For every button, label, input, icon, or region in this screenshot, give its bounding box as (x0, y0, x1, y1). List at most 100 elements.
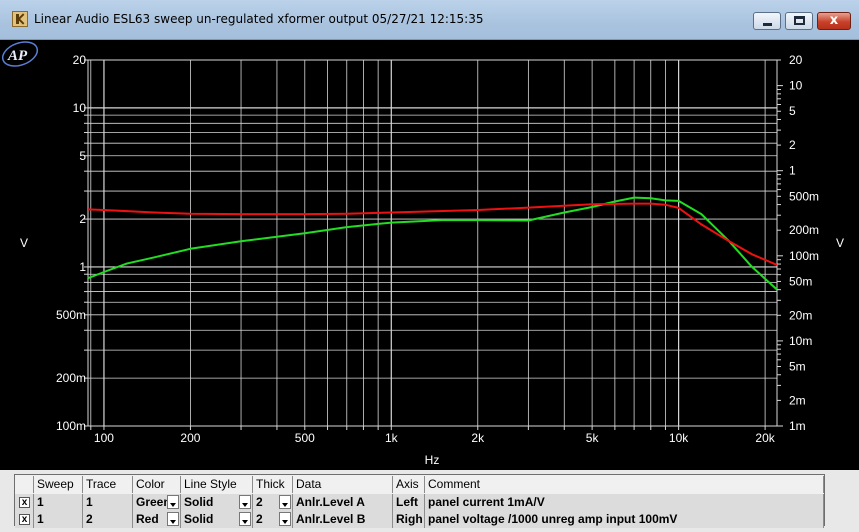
maximize-button[interactable] (785, 12, 813, 30)
ap-logo-text: AP (7, 48, 28, 64)
cell-data[interactable]: Anlr.Level A (293, 494, 393, 511)
row-checkbox[interactable]: x (19, 514, 30, 525)
chevron-down-icon[interactable] (167, 512, 179, 526)
cell-data-text: Anlr.Level B (296, 512, 366, 526)
cell-comment-text: panel voltage /1000 unreg amp input 100m… (428, 512, 678, 526)
right-tick-label: 1 (789, 164, 796, 178)
x-tick-label: 500 (295, 431, 315, 445)
window-title: Linear Audio ESL63 sweep un-regulated xf… (34, 12, 484, 26)
header-cell-blank (15, 476, 34, 493)
cell-line-style[interactable]: Solid (181, 494, 253, 511)
right-tick-label: 20m (789, 308, 812, 322)
right-tick-label: 10m (789, 334, 812, 348)
maximize-icon (794, 16, 805, 25)
right-tick-label: 10 (789, 79, 803, 93)
right-tick-label: 5 (789, 104, 796, 118)
x-tick-label: 10k (669, 431, 689, 445)
cell-trace-text: 1 (86, 495, 93, 509)
series-line-2 (87, 202, 778, 266)
cell-thick-text: 2 (256, 512, 263, 526)
left-tick-label: 200m (56, 371, 86, 385)
cell-data-text: Anlr.Level A (296, 495, 365, 509)
column-header-trace[interactable]: Trace (83, 476, 133, 493)
cell-comment[interactable]: panel current 1mA/V (425, 494, 824, 511)
cell-data[interactable]: Anlr.Level B (293, 511, 393, 528)
minimize-icon (763, 23, 772, 26)
x-tick-label: 2k (471, 431, 485, 445)
chevron-down-icon[interactable] (279, 495, 291, 509)
left-tick-label: 1 (79, 260, 86, 274)
x-tick-label: 20k (755, 431, 775, 445)
right-tick-label: 200m (789, 223, 819, 237)
column-header-axis[interactable]: Axis (393, 476, 425, 493)
left-tick-label: 2 (79, 212, 86, 226)
row-select-cell[interactable]: x (15, 494, 34, 511)
cell-axis[interactable]: Left (393, 494, 425, 511)
right-tick-label: 50m (789, 274, 812, 288)
app-icon (12, 11, 28, 27)
cell-trace[interactable]: 1 (83, 494, 133, 511)
cell-sweep-text: 1 (37, 495, 44, 509)
chevron-down-icon[interactable] (239, 512, 251, 526)
left-axis-label: V (20, 236, 28, 250)
right-tick-label: 1m (789, 419, 806, 433)
left-tick-label: 20 (73, 53, 87, 67)
column-header-data[interactable]: Data (293, 476, 393, 493)
left-tick-label: 100m (56, 419, 86, 433)
cell-axis-text: Righ (396, 512, 423, 526)
cell-line-style-text: Solid (184, 495, 214, 509)
column-header-line-style[interactable]: Line Style (181, 476, 253, 493)
chevron-down-icon[interactable] (279, 512, 291, 526)
left-tick-label: 5 (79, 149, 86, 163)
table-row[interactable]: x 1 1 Green Solid 2 Anlr.Level A Left panel curr… (15, 494, 824, 511)
title-bar[interactable]: Linear Audio ESL63 sweep un-regulated xf… (0, 0, 859, 40)
right-tick-label: 100m (789, 249, 819, 263)
cell-color-text: Red (136, 512, 159, 526)
cell-line-style-text: Solid (184, 512, 214, 526)
cell-color[interactable]: Red (133, 511, 181, 528)
right-tick-label: 2m (789, 393, 806, 407)
minimize-button[interactable] (753, 12, 781, 30)
cell-sweep[interactable]: 1 (34, 511, 83, 528)
column-header-comment[interactable]: Comment (425, 476, 824, 493)
cell-thick[interactable]: 2 (253, 511, 293, 528)
chevron-down-icon[interactable] (239, 495, 251, 509)
cell-axis[interactable]: Righ (393, 511, 425, 528)
close-icon: x (829, 13, 839, 28)
close-button[interactable]: x (817, 12, 851, 30)
column-header-color[interactable]: Color (133, 476, 181, 493)
right-tick-label: 500m (789, 189, 819, 203)
right-axis-label: V (836, 236, 844, 250)
cell-sweep[interactable]: 1 (34, 494, 83, 511)
x-tick-label: 1k (385, 431, 399, 445)
cell-color[interactable]: Green (133, 494, 181, 511)
cell-thick[interactable]: 2 (253, 494, 293, 511)
column-header-sweep[interactable]: Sweep (34, 476, 83, 493)
x-tick-label: 5k (586, 431, 600, 445)
cell-thick-text: 2 (256, 495, 263, 509)
sweep-table: Sweep Trace Color Line Style Thick Data Axis Co… (14, 474, 825, 528)
table-row[interactable]: x 1 2 Red Solid 2 Anlr.Level B Righ panel voltag… (15, 511, 824, 528)
table-header-row: Sweep Trace Color Line Style Thick Data Axis Co… (15, 476, 824, 493)
cell-trace[interactable]: 2 (83, 511, 133, 528)
cell-comment[interactable]: panel voltage /1000 unreg amp input 100m… (425, 511, 824, 528)
cell-color-text: Green (136, 495, 171, 509)
left-tick-label: 500m (56, 308, 86, 322)
cell-comment-text: panel current 1mA/V (428, 495, 545, 509)
right-tick-label: 20 (789, 53, 803, 67)
column-header-thick[interactable]: Thick (253, 476, 293, 493)
ap-logo: AP (1, 41, 39, 67)
cell-sweep-text: 1 (37, 512, 44, 526)
row-select-cell[interactable]: x (15, 511, 34, 528)
left-tick-label: 10 (73, 101, 87, 115)
right-tick-label: 2 (789, 138, 796, 152)
x-axis-label: Hz (425, 453, 440, 467)
graph-area[interactable]: 100 200 500 1k 2k 5k 10k 20k 20 10 5 2 1 500m 200m 100m… (0, 40, 859, 470)
row-checkbox[interactable]: x (19, 497, 30, 508)
cell-trace-text: 2 (86, 512, 93, 526)
cell-axis-text: Left (396, 495, 418, 509)
right-tick-label: 5m (789, 360, 806, 374)
cell-line-style[interactable]: Solid (181, 511, 253, 528)
chevron-down-icon[interactable] (167, 495, 179, 509)
x-tick-label: 100 (94, 431, 114, 445)
